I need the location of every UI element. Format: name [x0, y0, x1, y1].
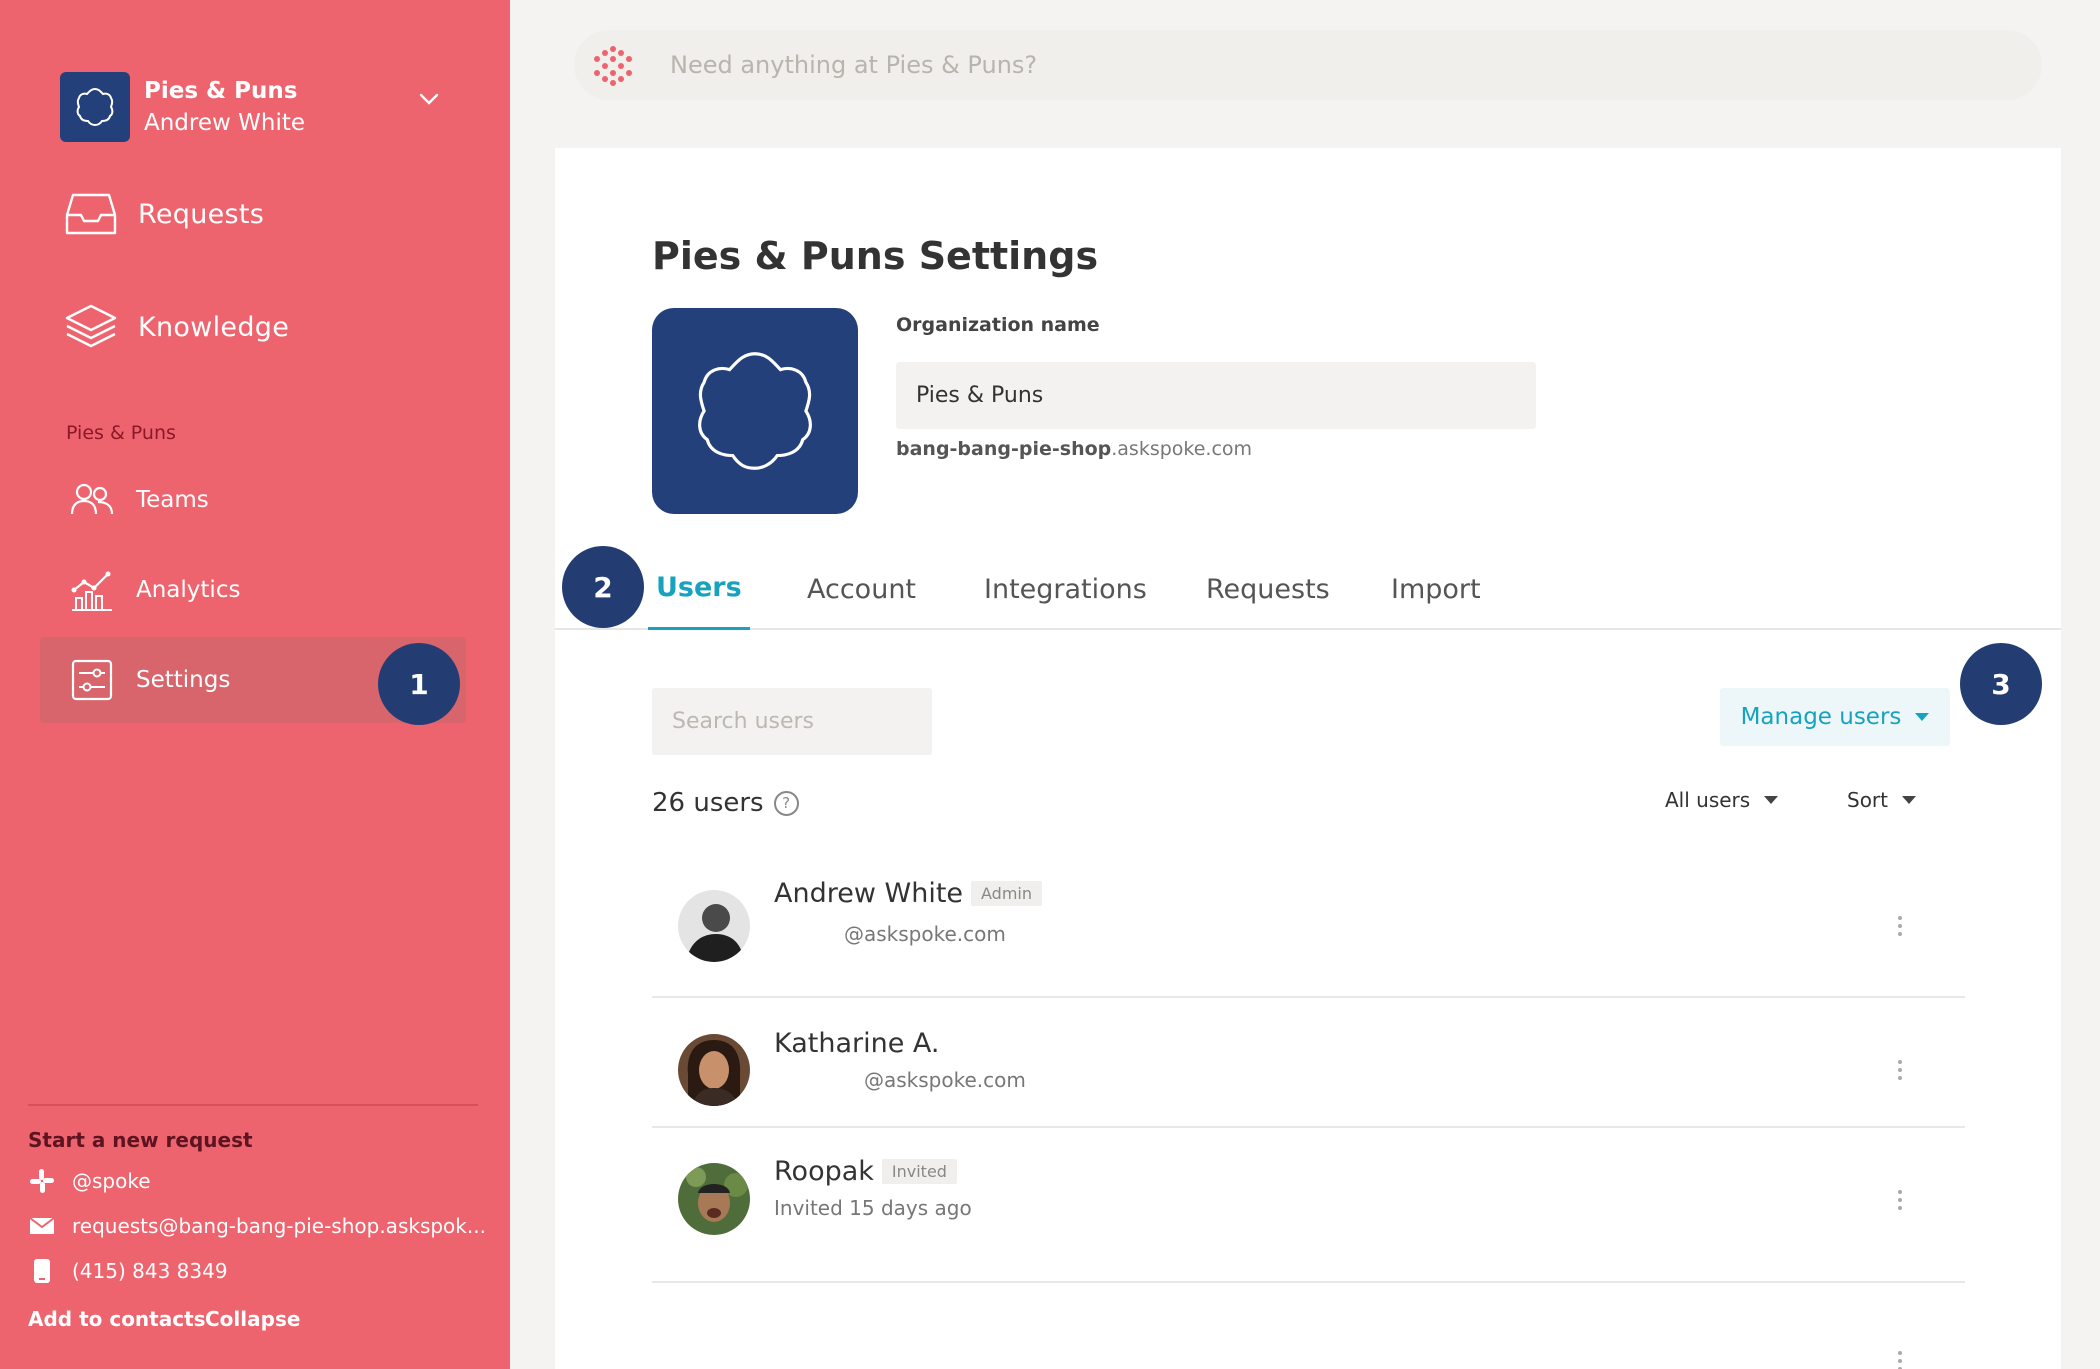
- org-name: Pies & Puns: [144, 78, 298, 104]
- tab-account[interactable]: Account: [807, 548, 916, 630]
- settings-card: Pies & Puns Settings Organization name b…: [555, 148, 2061, 1369]
- org-subdomain: bang-bang-pie-shop.askspoke.com: [896, 438, 1253, 460]
- callout-badge-1: 1: [378, 643, 460, 725]
- row-divider: [652, 1281, 1965, 1283]
- contact-email[interactable]: requests@bang-bang-pie-shop.askspok...: [28, 1211, 486, 1241]
- current-user-name: Andrew White: [144, 110, 306, 136]
- org-logo: [60, 72, 130, 142]
- tab-requests[interactable]: Requests: [1206, 548, 1330, 630]
- user-row[interactable]: Katharine A. @askspoke.com: [652, 998, 1965, 1128]
- sidebar-item-label: Teams: [136, 487, 209, 513]
- add-to-contacts-link[interactable]: Add to contacts: [28, 1307, 206, 1331]
- tab-integrations[interactable]: Integrations: [984, 548, 1147, 630]
- flower-logo-icon: [76, 87, 114, 127]
- start-request-label: Start a new request: [28, 1128, 253, 1152]
- page-title: Pies & Puns Settings: [652, 234, 1099, 278]
- role-badge: Admin: [971, 881, 1043, 906]
- role-badge: Invited: [881, 1159, 957, 1184]
- sidebar: Pies & Puns Andrew White Requests Knowle…: [0, 0, 510, 1369]
- mail-icon: [28, 1212, 56, 1240]
- inbox-icon: [62, 185, 120, 243]
- collapse-link[interactable]: Collapse: [205, 1307, 300, 1331]
- org-name-label: Organization name: [896, 314, 1100, 336]
- search-users-input[interactable]: [652, 688, 932, 755]
- sidebar-item-knowledge[interactable]: Knowledge: [62, 295, 482, 359]
- callout-badge-2: 2: [562, 546, 644, 628]
- filter-dropdown[interactable]: All users: [1665, 788, 1779, 812]
- contact-slack[interactable]: @spoke: [28, 1166, 151, 1196]
- more-options-icon[interactable]: [1890, 1052, 1910, 1088]
- manage-users-label: Manage users: [1740, 704, 1902, 730]
- user-row[interactable]: Andrew White Admin @askspoke.com: [652, 858, 1965, 998]
- contact-text: requests@bang-bang-pie-shop.askspok...: [72, 1214, 486, 1238]
- sidebar-item-teams[interactable]: Teams: [40, 457, 466, 543]
- user-name: Roopak Invited: [774, 1156, 957, 1187]
- sidebar-item-label: Analytics: [136, 577, 241, 603]
- user-email: @askspoke.com: [864, 1068, 1026, 1092]
- more-options-icon[interactable]: [1890, 1182, 1910, 1218]
- org-name-input[interactable]: [896, 362, 1536, 429]
- contact-phone[interactable]: (415) 843 8349: [28, 1256, 228, 1286]
- user-invited-status: Invited 15 days ago: [774, 1196, 972, 1220]
- sidebar-item-requests[interactable]: Requests: [62, 182, 482, 246]
- sidebar-section-label: Pies & Puns: [66, 422, 176, 444]
- people-icon: [68, 476, 116, 524]
- sidebar-item-label: Settings: [136, 667, 231, 693]
- analytics-icon: [68, 566, 116, 614]
- tab-users[interactable]: Users: [648, 548, 750, 630]
- user-email: @askspoke.com: [844, 922, 1006, 946]
- user-count: 26 users ?: [652, 788, 799, 818]
- contact-text: (415) 843 8349: [72, 1259, 228, 1283]
- chevron-down-icon[interactable]: [418, 92, 440, 106]
- layers-icon: [62, 298, 120, 356]
- avatar: [678, 890, 750, 962]
- settings-tabs: Users Account Integrations Requests Impo…: [555, 548, 2061, 630]
- global-search-input[interactable]: [670, 40, 2010, 90]
- user-name: Katharine A.: [774, 1028, 940, 1059]
- caret-down-icon: [1764, 796, 1779, 804]
- flower-logo-icon: [698, 352, 812, 470]
- sidebar-item-label: Requests: [138, 198, 265, 230]
- more-options-icon[interactable]: [1890, 1343, 1910, 1369]
- caret-down-icon: [1915, 713, 1930, 721]
- sort-dropdown[interactable]: Sort: [1847, 788, 1916, 812]
- sidebar-item-analytics[interactable]: Analytics: [40, 547, 466, 633]
- tab-import[interactable]: Import: [1391, 548, 1481, 630]
- user-name: Andrew White Admin: [774, 878, 1043, 909]
- sidebar-item-label: Knowledge: [138, 311, 290, 343]
- caret-down-icon: [1902, 796, 1916, 804]
- settings-sliders-icon: [68, 656, 116, 704]
- callout-badge-3: 3: [1960, 643, 2042, 725]
- spoke-logo-icon: [594, 46, 632, 86]
- slack-icon: [28, 1167, 56, 1195]
- avatar: [678, 1163, 750, 1235]
- contact-text: @spoke: [72, 1169, 151, 1193]
- avatar: [678, 1034, 750, 1106]
- global-search-bar[interactable]: [574, 30, 2042, 100]
- sidebar-divider: [28, 1104, 478, 1106]
- more-options-icon[interactable]: [1890, 908, 1910, 944]
- org-switcher[interactable]: Pies & Puns Andrew White: [60, 72, 450, 142]
- user-row[interactable]: Roopak Invited Invited 15 days ago: [652, 1128, 1965, 1283]
- phone-icon: [28, 1257, 56, 1285]
- manage-users-button[interactable]: Manage users: [1720, 688, 1950, 746]
- help-icon[interactable]: ?: [773, 790, 799, 816]
- org-logo-large[interactable]: [652, 308, 858, 514]
